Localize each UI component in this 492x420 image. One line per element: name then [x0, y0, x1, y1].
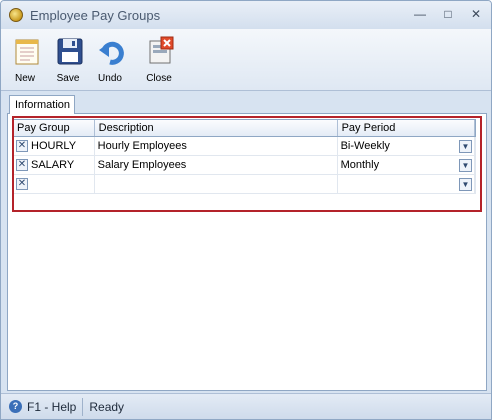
- new-button-label: New: [14, 73, 35, 84]
- close-button[interactable]: Close: [139, 33, 179, 87]
- new-button[interactable]: New: [5, 33, 45, 87]
- tab-area: Information Pay Group Description Pay Pe…: [7, 95, 487, 391]
- status-text: Ready: [89, 399, 125, 414]
- help-label[interactable]: F1 - Help: [27, 400, 76, 414]
- save-button[interactable]: Save: [48, 33, 88, 87]
- undo-button-label: Undo: [98, 73, 122, 84]
- close-form-icon: [149, 36, 174, 64]
- close-button-label: Close: [146, 73, 172, 84]
- undo-arrow-icon: [99, 41, 124, 65]
- toolbar: New Save Undo Close: [1, 29, 491, 91]
- maximize-button[interactable]: □: [439, 5, 457, 23]
- employee-pay-groups-window: Employee Pay Groups — □ ✕ New Save Undo …: [0, 0, 492, 420]
- minimize-button[interactable]: —: [411, 5, 429, 23]
- title-bar: Employee Pay Groups — □ ✕: [1, 1, 491, 29]
- help-icon[interactable]: ?: [9, 400, 22, 413]
- window-title: Employee Pay Groups: [30, 7, 161, 23]
- save-disk-icon: [57, 38, 83, 65]
- close-window-button[interactable]: ✕: [467, 5, 485, 23]
- tab-information[interactable]: Information: [9, 95, 75, 114]
- status-bar: ? F1 - Help Ready: [1, 393, 491, 419]
- save-button-label: Save: [56, 73, 80, 84]
- undo-button[interactable]: Undo: [90, 33, 130, 87]
- highlight-box: [12, 116, 482, 212]
- status-separator: [82, 397, 84, 416]
- window-controls: — □ ✕: [411, 5, 485, 23]
- app-icon: [9, 8, 23, 22]
- new-document-icon: [15, 39, 39, 65]
- information-panel: Pay Group Description Pay Period ✕ HOURL…: [7, 113, 487, 391]
